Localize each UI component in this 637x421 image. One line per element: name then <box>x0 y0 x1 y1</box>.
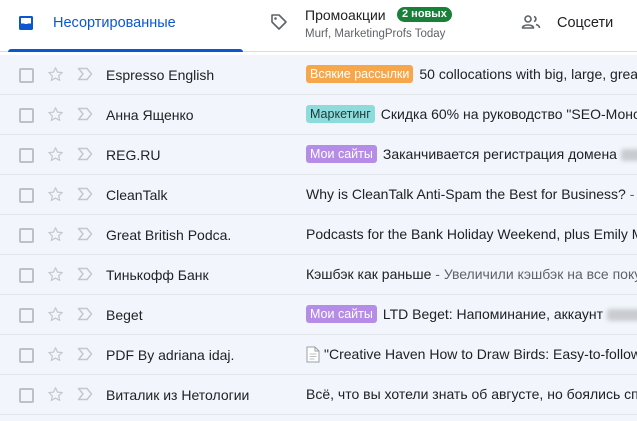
select-checkbox[interactable] <box>19 68 34 83</box>
label-chip[interactable]: Всякие рассылки <box>306 65 414 83</box>
tab-promotions-senders: Murf, MarketingProfs Today <box>305 28 446 40</box>
tag-icon <box>270 13 288 36</box>
inbox-icon <box>18 15 34 36</box>
email-content: Мои сайты LTD Beget: Напоминание, аккаунт <box>306 305 637 324</box>
category-tabs: Несортированные Промоакции 2 новых Murf,… <box>0 0 637 52</box>
importance-marker-icon[interactable] <box>77 387 93 406</box>
select-checkbox[interactable] <box>19 268 34 283</box>
email-content: Podcasts for the Bank Holiday Weekend, p… <box>306 225 637 244</box>
email-subject: LTD Beget: Напоминание, аккаунт <box>382 306 603 322</box>
email-content: Мои сайты Заканчивается регистрация домен… <box>306 145 637 164</box>
email-row[interactable]: Анна Ященко Маркетинг Скидка 60% на руков… <box>0 95 637 135</box>
star-icon[interactable] <box>47 66 64 88</box>
importance-marker-icon[interactable] <box>77 187 93 206</box>
active-tab-indicator <box>8 49 243 52</box>
email-row[interactable]: PDF By adriana idaj. "Creative Haven How… <box>0 335 637 375</box>
star-icon[interactable] <box>47 106 64 128</box>
email-subject: "Creative Haven How to Draw Birds: Easy-… <box>324 346 637 362</box>
document-icon <box>306 346 320 366</box>
email-subject: 50 collocations with big, large, great <box>419 66 637 82</box>
sender-name: Виталик из Нетологии <box>106 387 250 403</box>
redacted-text <box>620 149 637 161</box>
email-content: Why is CleanTalk Anti-Spam the Best for … <box>306 185 637 204</box>
importance-marker-icon[interactable] <box>77 67 93 86</box>
email-subject: Заканчивается регистрация домена <box>382 146 617 162</box>
sender-name: Espresso English <box>106 67 215 83</box>
label-chip[interactable]: Мои сайты <box>306 305 377 323</box>
importance-marker-icon[interactable] <box>77 107 93 126</box>
tab-social[interactable]: Соцсети <box>515 0 637 51</box>
importance-marker-icon[interactable] <box>77 307 93 326</box>
email-snippet: - Увеличили кэшбэк на все покупки <box>435 266 637 282</box>
select-checkbox[interactable] <box>19 228 34 243</box>
importance-marker-icon[interactable] <box>77 227 93 246</box>
star-icon[interactable] <box>47 226 64 248</box>
sender-name: CleanTalk <box>106 187 168 203</box>
tab-promotions[interactable]: Промоакции 2 новых Murf, MarketingProfs … <box>262 0 502 51</box>
email-row[interactable]: REG.RU Мои сайты Заканчивается регистраци… <box>0 135 637 175</box>
email-row[interactable]: Тинькофф Банк Кэшбэк как раньше - Увелич… <box>0 255 637 295</box>
email-snippet: - A <box>629 186 637 202</box>
select-checkbox[interactable] <box>19 388 34 403</box>
email-content: Всякие рассылки 50 collocations with big,… <box>306 65 637 84</box>
star-icon[interactable] <box>47 306 64 328</box>
email-row[interactable]: Great British Podca. Podcasts for the Ba… <box>0 215 637 255</box>
importance-marker-icon[interactable] <box>77 267 93 286</box>
label-chip[interactable]: Мои сайты <box>306 145 377 163</box>
sender-name: Great British Podca. <box>106 227 232 243</box>
email-content: "Creative Haven How to Draw Birds: Easy-… <box>306 345 637 366</box>
email-subject: Скидка 60% на руководство "SEO-Монстр" <box>380 106 637 122</box>
tab-social-label: Соцсети <box>557 15 614 31</box>
sender-name: REG.RU <box>106 147 161 163</box>
email-content: Всё, что вы хотели знать об августе, но … <box>306 385 637 404</box>
email-subject: Podcasts for the Bank Holiday Weekend, p… <box>306 226 637 242</box>
tab-primary-label: Несортированные <box>53 15 176 31</box>
email-content: Кэшбэк как раньше - Увеличили кэшбэк на … <box>306 265 637 284</box>
star-icon[interactable] <box>47 386 64 408</box>
label-chip[interactable]: Маркетинг <box>306 105 375 123</box>
select-checkbox[interactable] <box>19 348 34 363</box>
people-icon <box>521 13 541 36</box>
new-count-badge: 2 новых <box>397 7 452 22</box>
email-content: Маркетинг Скидка 60% на руководство "SEO-… <box>306 105 637 124</box>
redacted-text <box>606 309 637 321</box>
select-checkbox[interactable] <box>19 308 34 323</box>
star-icon[interactable] <box>47 186 64 208</box>
star-icon[interactable] <box>47 266 64 288</box>
select-checkbox[interactable] <box>19 148 34 163</box>
sender-name: Анна Ященко <box>106 107 194 123</box>
email-subject: Всё, что вы хотели знать об августе, но … <box>306 386 637 402</box>
importance-marker-icon[interactable] <box>77 147 93 166</box>
tab-promotions-label: Промоакции <box>305 7 386 23</box>
email-subject: Кэшбэк как раньше <box>306 266 432 282</box>
email-row[interactable]: Espresso English Всякие рассылки 50 collo… <box>0 55 637 95</box>
sender-name: Beget <box>106 307 143 323</box>
email-subject: Why is CleanTalk Anti-Spam the Best for … <box>306 186 626 202</box>
select-checkbox[interactable] <box>19 108 34 123</box>
importance-marker-icon[interactable] <box>77 347 93 366</box>
star-icon[interactable] <box>47 346 64 368</box>
sender-name: PDF By adriana idaj. <box>106 347 235 363</box>
select-checkbox[interactable] <box>19 188 34 203</box>
tab-primary[interactable]: Несортированные <box>8 0 243 52</box>
email-row-partial <box>0 415 637 421</box>
star-icon[interactable] <box>47 146 64 168</box>
email-row[interactable]: Виталик из Нетологии Всё, что вы хотели … <box>0 375 637 415</box>
email-row[interactable]: Beget Мои сайты LTD Beget: Напоминание, а… <box>0 295 637 335</box>
sender-name: Тинькофф Банк <box>106 267 209 283</box>
email-row[interactable]: CleanTalk Why is CleanTalk Anti-Spam the… <box>0 175 637 215</box>
